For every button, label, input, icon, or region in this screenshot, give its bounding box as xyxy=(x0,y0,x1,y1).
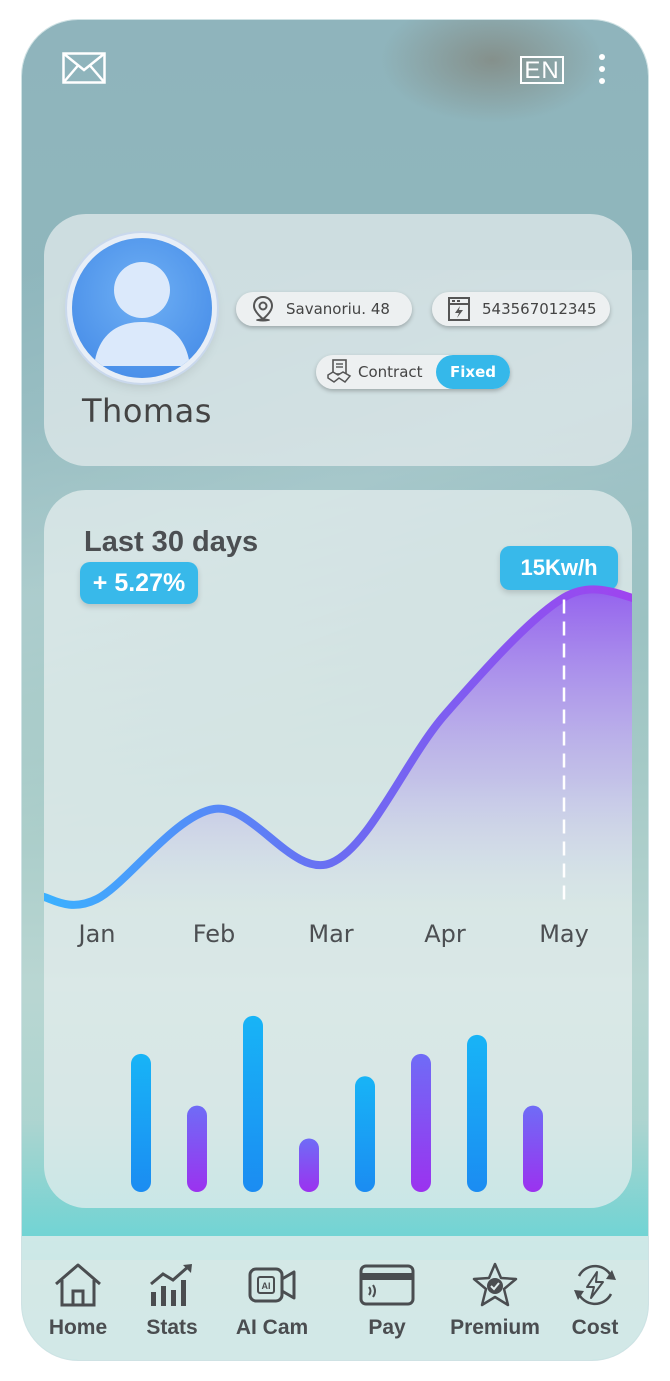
nav-premium-label: Premium xyxy=(450,1316,540,1339)
cost-cycle-icon xyxy=(574,1264,616,1306)
nav-premium[interactable]: Premium xyxy=(440,1262,550,1340)
svg-text:AI: AI xyxy=(262,1281,271,1291)
bar-4 xyxy=(299,1138,319,1192)
bar-8 xyxy=(523,1105,543,1192)
bar-1 xyxy=(131,1053,151,1192)
nav-pay-label: Pay xyxy=(368,1316,406,1339)
month-label-jan: Jan xyxy=(78,920,116,948)
month-label-feb: Feb xyxy=(192,920,236,948)
payment-card-icon xyxy=(359,1264,415,1306)
home-icon xyxy=(55,1263,101,1307)
nav-ai-cam-label: AI Cam xyxy=(235,1316,309,1339)
bar-2 xyxy=(187,1105,207,1192)
premium-star-icon xyxy=(472,1262,518,1307)
bar-6 xyxy=(411,1053,431,1192)
nav-stats[interactable]: Stats xyxy=(117,1262,227,1340)
bar-5 xyxy=(355,1076,375,1192)
nav-cost-label: Cost xyxy=(571,1316,619,1339)
ai-camera-icon: AI xyxy=(248,1267,296,1303)
stats-icon xyxy=(150,1264,192,1306)
month-label-may: May xyxy=(539,920,589,948)
bar-7 xyxy=(467,1034,487,1192)
month-label-apr: Apr xyxy=(424,920,466,948)
nav-pay[interactable]: Pay xyxy=(332,1262,442,1340)
nav-cost[interactable]: Cost xyxy=(540,1262,650,1340)
nav-ai-cam[interactable]: AI AI Cam xyxy=(217,1262,327,1340)
bar-3 xyxy=(243,1015,263,1192)
usage-charts xyxy=(44,585,632,1192)
month-label-mar: Mar xyxy=(308,920,354,948)
nav-stats-label: Stats xyxy=(146,1316,198,1339)
